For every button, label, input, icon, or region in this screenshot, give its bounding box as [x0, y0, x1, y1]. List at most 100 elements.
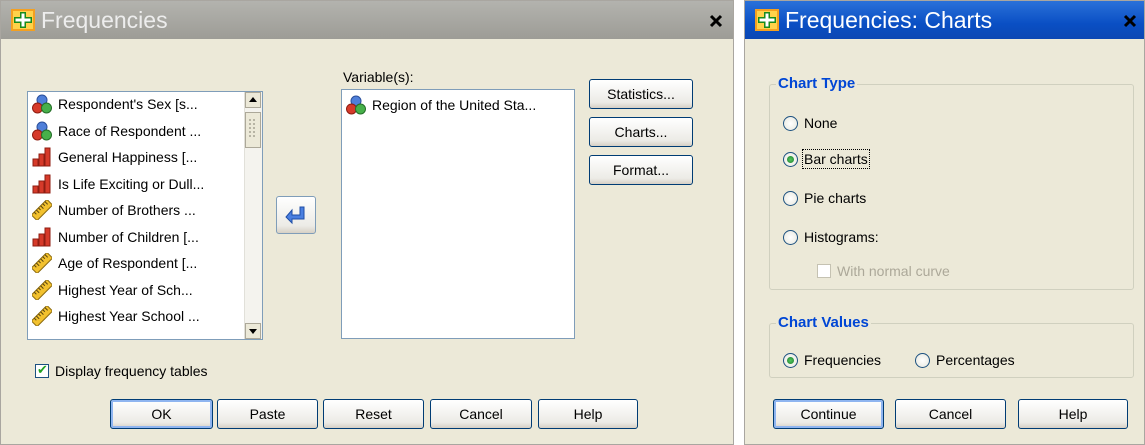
- variable-label: Highest Year of Sch...: [58, 281, 193, 298]
- reset-label: Reset: [355, 406, 392, 422]
- continue-label: Continue: [800, 406, 857, 422]
- radio-bar-charts[interactable]: [783, 151, 798, 167]
- radio-none-label: None: [804, 115, 838, 131]
- radio-frequencies-label: Frequencies: [804, 352, 882, 368]
- statistics-button[interactable]: Statistics...: [589, 79, 693, 109]
- charts-cancel-label: Cancel: [928, 406, 973, 422]
- frequencies-dialog: Frequencies Respondent's Sex [s... Race o…: [0, 0, 734, 445]
- paste-label: Paste: [249, 406, 286, 422]
- radio-percentages-label: Percentages: [936, 352, 1015, 368]
- charts-help-label: Help: [1058, 406, 1088, 422]
- variable-list-item[interactable]: Highest Year School ...: [30, 303, 244, 330]
- app-icon: [11, 9, 35, 31]
- variable-list-item[interactable]: General Happiness [...: [30, 144, 244, 171]
- statistics-label: Statistics...: [607, 86, 675, 102]
- close-icon: [709, 14, 723, 28]
- scale-icon: [32, 253, 52, 274]
- close-button[interactable]: [706, 11, 726, 31]
- charts-cancel-button[interactable]: Cancel: [895, 399, 1006, 429]
- normal-curve-checkbox[interactable]: [817, 264, 831, 278]
- radio-histograms-label: Histograms:: [804, 229, 879, 245]
- radio-frequencies[interactable]: [783, 352, 798, 368]
- radio-frequencies-row[interactable]: Frequencies: [783, 352, 881, 368]
- radio-histograms-row[interactable]: Histograms:: [783, 229, 879, 245]
- close-button[interactable]: [1120, 11, 1140, 31]
- normal-curve-label: With normal curve: [837, 263, 950, 279]
- ok-label: OK: [151, 406, 172, 422]
- scale-icon: [32, 200, 52, 221]
- charts-dialog: Frequencies: Charts Chart Type None Bar …: [744, 0, 1145, 445]
- grip-icon: [249, 119, 255, 137]
- ordinal-icon: [32, 227, 51, 247]
- arrow-down-icon: [249, 329, 257, 334]
- variable-list-item[interactable]: Age of Respondent [...: [30, 250, 244, 277]
- scroll-up-button[interactable]: [245, 92, 261, 108]
- variable-list-item[interactable]: Is Life Exciting or Dull...: [30, 171, 244, 198]
- charts-titlebar[interactable]: Frequencies: Charts: [745, 1, 1144, 39]
- variable-label: General Happiness [...: [58, 149, 198, 166]
- variable-list-item[interactable]: Region of the United Sta...: [344, 92, 572, 119]
- radio-none-row[interactable]: None: [783, 115, 837, 131]
- window-title: Frequencies: Charts: [785, 7, 993, 33]
- variable-list-item[interactable]: Race of Respondent ...: [30, 118, 244, 145]
- variable-list-item[interactable]: Respondent's Sex [s...: [30, 92, 244, 118]
- cancel-button[interactable]: Cancel: [430, 399, 532, 429]
- window-title: Frequencies: [41, 7, 168, 33]
- display-tables-checkbox[interactable]: [35, 362, 49, 378]
- radio-pie-charts[interactable]: [783, 190, 798, 206]
- radio-percentages[interactable]: [915, 352, 930, 368]
- radio-percentages-row[interactable]: Percentages: [915, 352, 1015, 368]
- scroll-down-button[interactable]: [245, 323, 261, 339]
- format-button[interactable]: Format...: [589, 155, 693, 185]
- help-button[interactable]: Help: [538, 399, 638, 429]
- source-variable-list[interactable]: Respondent's Sex [s... Race of Respondent…: [27, 91, 263, 340]
- close-icon: [1123, 14, 1137, 28]
- radio-histograms[interactable]: [783, 229, 798, 245]
- nominal-icon: [32, 121, 52, 141]
- help-label: Help: [573, 406, 603, 422]
- nominal-icon: [32, 94, 52, 114]
- variable-label: Number of Children [...: [58, 228, 199, 245]
- scale-icon: [32, 279, 52, 300]
- move-variable-button[interactable]: [276, 196, 316, 234]
- frequencies-titlebar[interactable]: Frequencies: [1, 1, 733, 39]
- variable-label: Respondent's Sex [s...: [58, 96, 198, 113]
- charts-button[interactable]: Charts...: [589, 117, 693, 147]
- chart-values-title: Chart Values: [776, 314, 871, 331]
- scale-icon: [32, 306, 52, 327]
- app-icon: [755, 9, 779, 31]
- display-tables-label: Display frequency tables: [55, 363, 208, 379]
- reset-button[interactable]: Reset: [323, 399, 424, 429]
- cancel-label: Cancel: [459, 406, 503, 422]
- normal-curve-row[interactable]: With normal curve: [817, 263, 950, 279]
- variable-label: Race of Respondent ...: [58, 122, 202, 139]
- variable-list-item[interactable]: Number of Children [...: [30, 224, 244, 251]
- radio-bar-row[interactable]: Bar charts: [783, 149, 870, 169]
- nominal-icon: [346, 95, 366, 115]
- variable-label: Is Life Exciting or Dull...: [58, 175, 205, 192]
- chart-type-title: Chart Type: [776, 75, 858, 92]
- ordinal-icon: [32, 147, 51, 167]
- format-label: Format...: [612, 162, 669, 178]
- charts-help-button[interactable]: Help: [1018, 399, 1128, 429]
- radio-bar-label: Bar charts: [802, 149, 870, 169]
- variables-label: Variable(s):: [343, 69, 414, 85]
- chart-values-group: Chart Values: [769, 314, 1134, 378]
- selected-variable-list[interactable]: Region of the United Sta...: [341, 89, 575, 339]
- arrow-right-icon: [285, 206, 305, 225]
- radio-none[interactable]: [783, 115, 798, 131]
- display-tables-checkbox-row[interactable]: Display frequency tables: [35, 362, 208, 379]
- variable-list-item[interactable]: Highest Year of Sch...: [30, 277, 244, 304]
- arrow-up-icon: [249, 97, 257, 102]
- ok-button[interactable]: OK: [110, 399, 213, 429]
- variable-label: Number of Brothers ...: [58, 202, 196, 219]
- variable-list-item[interactable]: Number of Brothers ...: [30, 197, 244, 224]
- ordinal-icon: [32, 174, 51, 194]
- scroll-thumb[interactable]: [245, 112, 261, 148]
- source-list-scrollbar[interactable]: [244, 92, 262, 339]
- variable-label: Highest Year School ...: [58, 308, 200, 325]
- paste-button[interactable]: Paste: [217, 399, 318, 429]
- charts-label: Charts...: [614, 124, 668, 140]
- radio-pie-row[interactable]: Pie charts: [783, 190, 866, 206]
- continue-button[interactable]: Continue: [773, 399, 884, 429]
